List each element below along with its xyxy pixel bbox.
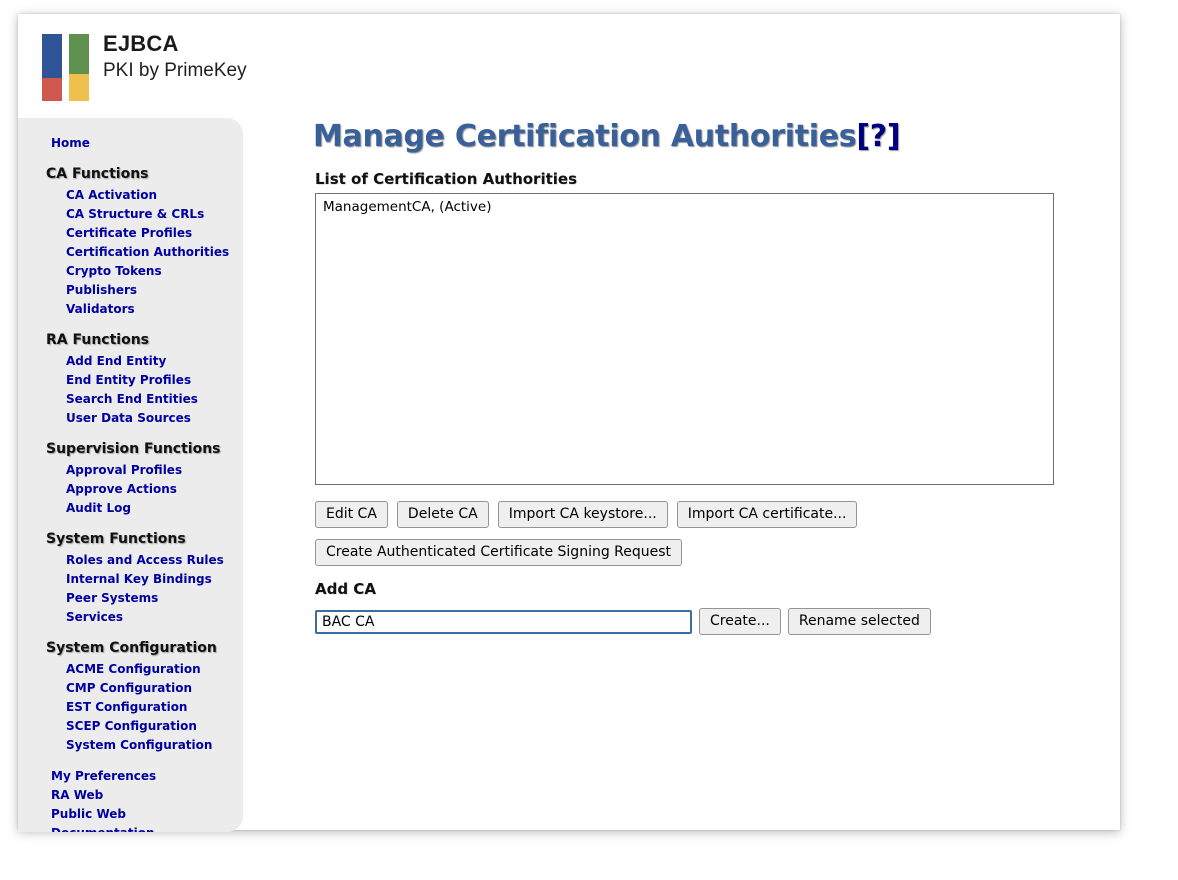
add-ca-name-input[interactable] — [315, 610, 692, 634]
list-section-label: List of Certification Authorities — [315, 170, 1103, 188]
sidebar-groups: CA Functions CA ActivationCA Structure & … — [18, 164, 243, 755]
ca-list-box[interactable]: ManagementCA, (Active) — [315, 193, 1054, 485]
sidebar-item-crypto-tokens[interactable]: Crypto Tokens — [18, 262, 243, 281]
brand-title: EJBCA — [103, 33, 247, 55]
sidebar-item-certificate-profiles[interactable]: Certificate Profiles — [18, 224, 243, 243]
sidebar-item-roles-and-access-rules[interactable]: Roles and Access Rules — [18, 551, 243, 570]
import-ca-certificate-button[interactable]: Import CA certificate... — [677, 501, 858, 528]
sidebar-item-ca-structure-crls[interactable]: CA Structure & CRLs — [18, 205, 243, 224]
add-ca-row: Create... Rename selected — [315, 608, 1103, 635]
sidebar-item-approve-actions[interactable]: Approve Actions — [18, 480, 243, 499]
sidebar-item-cmp-configuration[interactable]: CMP Configuration — [18, 679, 243, 698]
main-content: Manage Certification Authorities[?] List… — [313, 118, 1103, 635]
create-authenticated-csr-button[interactable]: Create Authenticated Certificate Signing… — [315, 539, 682, 566]
sidebar-spacer — [18, 755, 243, 767]
rename-selected-button[interactable]: Rename selected — [788, 608, 931, 635]
sidebar-top-links: Home — [18, 134, 243, 153]
sidebar-item-add-end-entity[interactable]: Add End Entity — [18, 352, 243, 371]
sidebar-item-user-data-sources[interactable]: User Data Sources — [18, 409, 243, 428]
sidebar-item-my-preferences[interactable]: My Preferences — [18, 767, 243, 786]
sidebar-item-est-configuration[interactable]: EST Configuration — [18, 698, 243, 717]
page-title-text: Manage Certification Authorities — [313, 119, 856, 154]
sidebar-item-peer-systems[interactable]: Peer Systems — [18, 589, 243, 608]
sidebar-item-acme-configuration[interactable]: ACME Configuration — [18, 660, 243, 679]
sidebar-item-validators[interactable]: Validators — [18, 300, 243, 319]
sidebar-item-home[interactable]: Home — [18, 134, 243, 153]
sidebar-group-ca-functions-header: CA Functions — [18, 164, 243, 184]
sidebar-item-approval-profiles[interactable]: Approval Profiles — [18, 461, 243, 480]
sidebar-item-ra-web[interactable]: RA Web — [18, 786, 243, 805]
sidebar-bottom-links: My PreferencesRA WebPublic WebDocumentat… — [18, 767, 243, 832]
sidebar-item-scep-configuration[interactable]: SCEP Configuration — [18, 717, 243, 736]
sidebar-group-ra-functions-header: RA Functions — [18, 330, 243, 350]
sidebar-group-system-functions-header: System Functions — [18, 529, 243, 549]
edit-ca-button[interactable]: Edit CA — [315, 501, 388, 528]
sidebar-navigation: Home CA Functions CA ActivationCA Structu… — [18, 118, 243, 832]
page-card: EJBCA PKI by PrimeKey Home CA FunctionsC… — [18, 14, 1120, 830]
sidebar-item-services[interactable]: Services — [18, 608, 243, 627]
help-link[interactable]: [?] — [856, 119, 900, 154]
sidebar-group-supervision-functions-header: Supervision Functions — [18, 439, 243, 459]
ca-action-buttons: Edit CA Delete CA Import CA keystore... Imp… — [315, 501, 1103, 528]
sidebar-item-ca-activation[interactable]: CA Activation — [18, 186, 243, 205]
sidebar-item-audit-log[interactable]: Audit Log — [18, 499, 243, 518]
sidebar-item-system-configuration[interactable]: System Configuration — [18, 736, 243, 755]
ejbca-logo-icon — [42, 34, 89, 101]
logo-bar-left — [42, 34, 62, 101]
sidebar-item-certification-authorities[interactable]: Certification Authorities — [18, 243, 243, 262]
sidebar-item-search-end-entities[interactable]: Search End Entities — [18, 390, 243, 409]
import-ca-keystore-button[interactable]: Import CA keystore... — [498, 501, 668, 528]
delete-ca-button[interactable]: Delete CA — [397, 501, 489, 528]
sidebar-item-documentation[interactable]: Documentation — [18, 824, 243, 832]
create-ca-button[interactable]: Create... — [699, 608, 781, 635]
page-title: Manage Certification Authorities[?] — [313, 118, 1103, 156]
brand-text: EJBCA PKI by PrimeKey — [103, 32, 247, 80]
brand-subtitle: PKI by PrimeKey — [103, 61, 247, 80]
sidebar-group-system-configuration-header: System Configuration — [18, 638, 243, 658]
brand-header: EJBCA PKI by PrimeKey — [42, 32, 247, 101]
ca-list-item[interactable]: ManagementCA, (Active) — [321, 198, 1048, 217]
sidebar-item-public-web[interactable]: Public Web — [18, 805, 243, 824]
sidebar-item-internal-key-bindings[interactable]: Internal Key Bindings — [18, 570, 243, 589]
sidebar-item-publishers[interactable]: Publishers — [18, 281, 243, 300]
csr-action-buttons: Create Authenticated Certificate Signing… — [315, 539, 1103, 566]
sidebar-item-end-entity-profiles[interactable]: End Entity Profiles — [18, 371, 243, 390]
add-ca-section-label: Add CA — [315, 580, 1103, 598]
logo-bar-right — [69, 34, 89, 101]
